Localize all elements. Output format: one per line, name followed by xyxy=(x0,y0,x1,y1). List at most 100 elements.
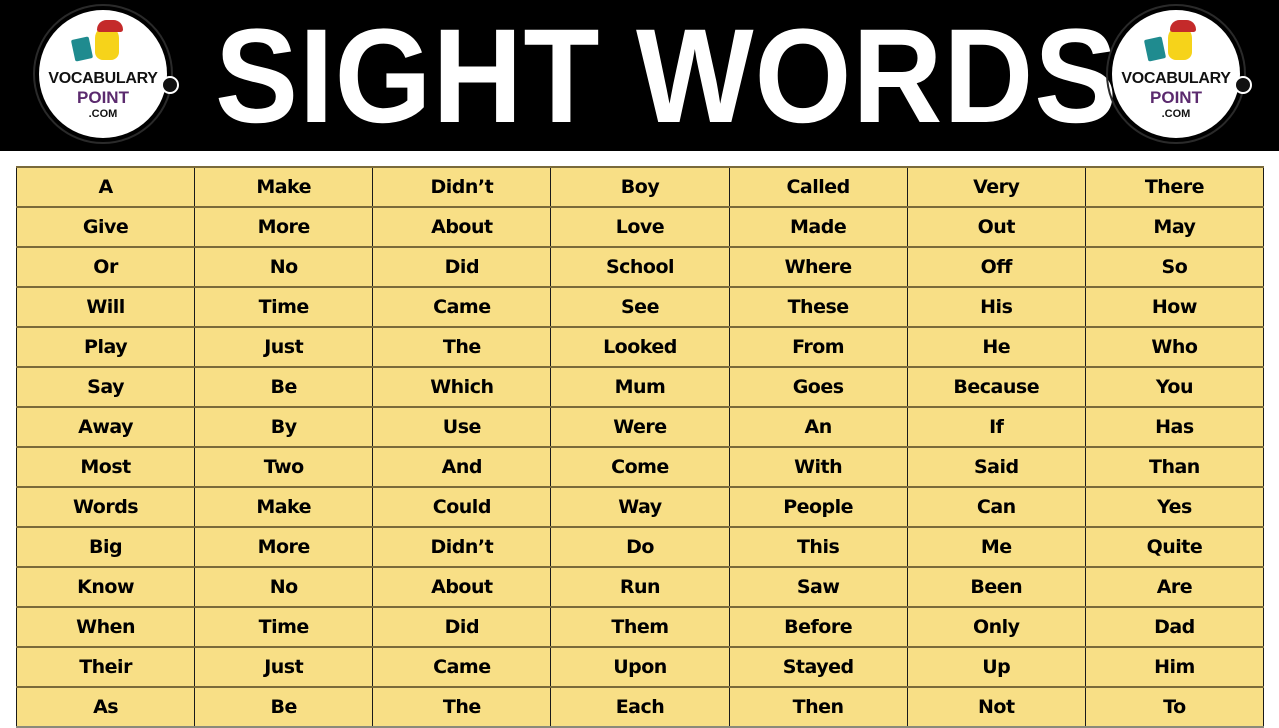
word-cell: About xyxy=(372,206,552,248)
word-cell: Saw xyxy=(728,566,908,608)
word-cell: As xyxy=(15,686,196,728)
word-cell: Came xyxy=(372,646,552,688)
word-cell: Or xyxy=(15,246,196,288)
word-cell: Said xyxy=(906,446,1086,488)
word-cell: Be xyxy=(194,686,374,728)
word-cell: Than xyxy=(1084,446,1265,488)
word-cell: Quite xyxy=(1084,526,1265,568)
mascot-cap-icon xyxy=(97,20,123,32)
word-cell: Called xyxy=(728,166,908,208)
word-cell: When xyxy=(15,606,196,648)
word-cell: And xyxy=(372,446,552,488)
word-cell: Love xyxy=(550,206,730,248)
word-cell: Are xyxy=(1084,566,1265,608)
word-cell: Run xyxy=(550,566,730,608)
word-cell: His xyxy=(906,286,1086,328)
word-cell: Make xyxy=(194,166,374,208)
word-cell: You xyxy=(1084,366,1265,408)
word-cell: Which xyxy=(372,366,552,408)
word-cell: Goes xyxy=(728,366,908,408)
word-cell: Play xyxy=(15,326,196,368)
word-cell: Big xyxy=(15,526,196,568)
word-cell: So xyxy=(1084,246,1265,288)
table-row: Away By Use Were An If Has xyxy=(15,406,1265,448)
word-cell: To xyxy=(1084,686,1265,728)
word-cell: Didn’t xyxy=(372,166,552,208)
word-cell: May xyxy=(1084,206,1265,248)
page-title: SIGHT WORDS xyxy=(214,2,1119,151)
word-cell: Stayed xyxy=(728,646,908,688)
table-row: Play Just The Looked From He Who xyxy=(15,326,1265,368)
word-cell: Where xyxy=(728,246,908,288)
word-cell: Made xyxy=(728,206,908,248)
table-row: A Make Didn’t Boy Called Very There xyxy=(15,166,1265,208)
word-cell: Upon xyxy=(550,646,730,688)
sight-words-table: A Make Didn’t Boy Called Very There Give More Abo… xyxy=(15,166,1265,728)
word-cell: More xyxy=(194,526,374,568)
vocabulary-point-logo-right: VOCABULARY POINT .COM xyxy=(1106,4,1252,144)
word-cell: The xyxy=(372,326,552,368)
word-cell: Most xyxy=(15,446,196,488)
word-cell: Know xyxy=(15,566,196,608)
word-cell: Two xyxy=(194,446,374,488)
table-row: Say Be Which Mum Goes Because You xyxy=(15,366,1265,408)
word-cell: Just xyxy=(194,646,374,688)
header-banner: VOCABULARY POINT .COM SIGHT WORDS VOCABU… xyxy=(0,0,1279,151)
word-cell: Words xyxy=(15,486,196,528)
logo-text-com: .COM xyxy=(88,108,118,120)
word-cell: See xyxy=(550,286,730,328)
word-cell: Do xyxy=(550,526,730,568)
word-cell: No xyxy=(194,566,374,608)
word-cell: School xyxy=(550,246,730,288)
logo-text-com: .COM xyxy=(1161,108,1191,120)
word-cell: Did xyxy=(372,606,552,648)
word-cell: Way xyxy=(550,486,730,528)
word-cell: Will xyxy=(15,286,196,328)
word-cell: Out xyxy=(906,206,1086,248)
word-cell: Just xyxy=(194,326,374,368)
word-cell: Away xyxy=(15,406,196,448)
word-cell: Before xyxy=(728,606,908,648)
word-cell: Can xyxy=(906,486,1086,528)
table-row: Or No Did School Where Off So xyxy=(15,246,1265,288)
word-cell: Be xyxy=(194,366,374,408)
word-cell: Came xyxy=(372,286,552,328)
word-cell: Each xyxy=(550,686,730,728)
vocabulary-point-logo-left: VOCABULARY POINT .COM xyxy=(33,4,179,144)
table-row: Big More Didn’t Do This Me Quite xyxy=(15,526,1265,568)
word-cell: Looked xyxy=(550,326,730,368)
table-row: Most Two And Come With Said Than xyxy=(15,446,1265,488)
word-cell: Only xyxy=(906,606,1086,648)
table-row: When Time Did Them Before Only Dad xyxy=(15,606,1265,648)
word-cell: Not xyxy=(906,686,1086,728)
word-cell: A xyxy=(15,166,196,208)
table-row: Their Just Came Upon Stayed Up Him xyxy=(15,646,1265,688)
word-cell: Did xyxy=(372,246,552,288)
table-row: Words Make Could Way People Can Yes xyxy=(15,486,1265,528)
word-cell: Then xyxy=(728,686,908,728)
table-row: Will Time Came See These His How xyxy=(15,286,1265,328)
word-cell: No xyxy=(194,246,374,288)
word-cell: If xyxy=(906,406,1086,448)
word-cell: Come xyxy=(550,446,730,488)
word-cell: Were xyxy=(550,406,730,448)
word-cell: Their xyxy=(15,646,196,688)
word-cell: Dad xyxy=(1084,606,1265,648)
word-cell: This xyxy=(728,526,908,568)
word-cell: Time xyxy=(194,286,374,328)
word-grid: A Make Didn’t Boy Called Very There Give More Abo… xyxy=(15,166,1265,728)
word-cell: Mum xyxy=(550,366,730,408)
word-cell: Them xyxy=(550,606,730,648)
word-cell: How xyxy=(1084,286,1265,328)
word-cell: Yes xyxy=(1084,486,1265,528)
word-cell: Him xyxy=(1084,646,1265,688)
word-cell: Use xyxy=(372,406,552,448)
word-cell: Who xyxy=(1084,326,1265,368)
table-row: As Be The Each Then Not To xyxy=(15,686,1265,728)
logo-text-vocabulary: VOCABULARY xyxy=(1121,70,1231,87)
table-row: Know No About Run Saw Been Are xyxy=(15,566,1265,608)
word-cell: With xyxy=(728,446,908,488)
word-cell: By xyxy=(194,406,374,448)
word-cell: Off xyxy=(906,246,1086,288)
word-cell: Has xyxy=(1084,406,1265,448)
